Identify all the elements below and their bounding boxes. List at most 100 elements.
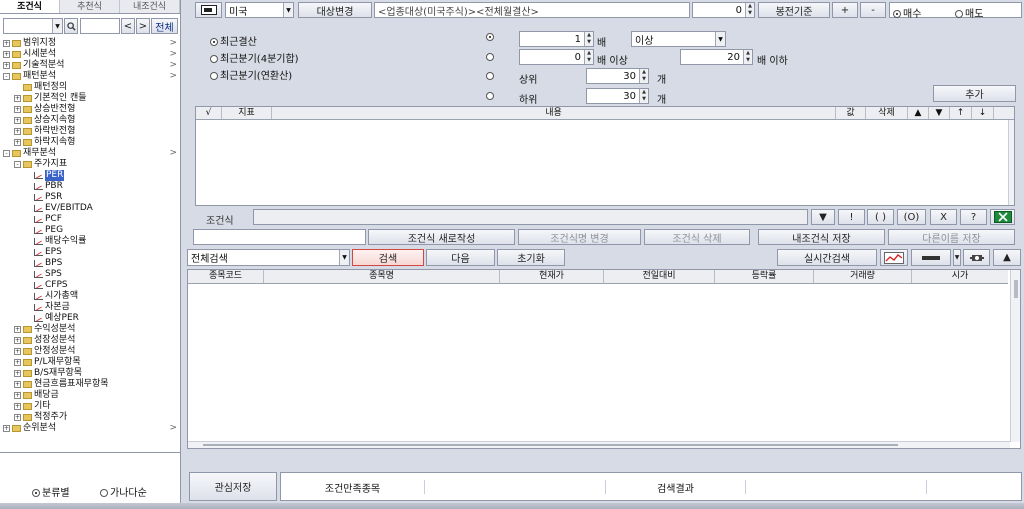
save-watchlist-button[interactable]: 관심저장 — [189, 472, 277, 501]
expand-icon[interactable]: + — [3, 62, 10, 69]
expand-icon[interactable]: + — [14, 337, 21, 344]
chevron-right-icon[interactable]: > — [169, 49, 177, 60]
search-button[interactable]: 검색 — [352, 249, 424, 266]
results-vertical-scrollbar[interactable] — [1010, 270, 1020, 442]
tree-item[interactable]: 자본금 — [3, 302, 179, 313]
reset-button[interactable]: 초기화 — [497, 249, 565, 266]
tree-item[interactable]: + 수익성분석 — [3, 324, 179, 335]
save-as-button[interactable]: 다른이름 저장 — [888, 229, 1015, 245]
collapse-icon[interactable]: - — [3, 73, 10, 80]
target-change-button[interactable]: 대상변경 — [298, 2, 372, 18]
results-horizontal-scrollbar[interactable] — [188, 441, 1010, 448]
range-max-input[interactable]: 20 ▲ ▼ — [680, 49, 753, 65]
tree-item[interactable]: + 기타 — [3, 401, 179, 412]
new-condition-button[interactable]: 조건식 새로작성 — [368, 229, 515, 245]
help-button[interactable]: ? — [960, 209, 987, 225]
period-option-1[interactable]: 최근분기(4분기합) — [210, 50, 299, 65]
excel-icon[interactable] — [990, 209, 1015, 225]
tree-item[interactable]: + 안정성분석 — [3, 346, 179, 357]
rename-condition-button[interactable]: 조건식명 변경 — [518, 229, 641, 245]
expand-icon[interactable]: + — [14, 106, 21, 113]
add-criteria-button[interactable]: 추가 — [933, 85, 1016, 102]
stepper-icon[interactable]: ▲ ▼ — [584, 50, 593, 64]
tree-item[interactable]: - 재무분석 > — [3, 148, 179, 159]
sell-radio[interactable]: 매도 — [955, 5, 983, 20]
line-width-icon[interactable] — [911, 249, 951, 266]
tree-item[interactable]: + 기본적인 캔들 — [3, 93, 179, 104]
tree-item[interactable]: 패턴정의 — [3, 82, 179, 93]
period-option-2[interactable]: 최근분기(연환산) — [210, 67, 292, 82]
tree-item[interactable]: + P/L재무항목 — [3, 357, 179, 368]
move-bottom-icon[interactable]: ↓ — [972, 107, 994, 119]
tree-item[interactable]: PSR — [3, 192, 179, 203]
tree-item[interactable]: PER — [3, 170, 179, 181]
tree-item[interactable]: PEG — [3, 225, 179, 236]
tree-item[interactable]: + 하락지속형 — [3, 137, 179, 148]
search-scope-select[interactable]: 전체검색 ▼ — [187, 249, 350, 266]
expand-icon[interactable]: + — [14, 128, 21, 135]
expand-icon[interactable]: + — [3, 51, 10, 58]
window-icon[interactable] — [195, 2, 222, 18]
stepper-icon[interactable]: ▲ ▼ — [639, 69, 648, 83]
expand-icon[interactable]: + — [14, 139, 21, 146]
multiple-input[interactable]: 1 ▲ ▼ — [519, 31, 594, 47]
tree-item[interactable]: EV/EBITDA — [3, 203, 179, 214]
tree-item[interactable]: + B/S재무항목 — [3, 368, 179, 379]
chevron-down-icon[interactable]: ▼ — [715, 32, 725, 46]
tree-item[interactable]: + 현금흐름표재무항목 — [3, 379, 179, 390]
criteria-radio-4[interactable] — [486, 91, 496, 102]
paren-button[interactable]: ( ) — [867, 209, 894, 225]
plus-button[interactable]: + — [832, 2, 858, 18]
top-n-input[interactable]: 30 ▲ ▼ — [586, 68, 649, 84]
move-top-icon[interactable]: ↑ — [950, 107, 972, 119]
stepper-icon[interactable]: ▲ ▼ — [745, 3, 754, 17]
bottom-n-input[interactable]: 30 ▲ ▼ — [586, 88, 649, 104]
tree-item[interactable]: + 범위지정 > — [3, 38, 179, 49]
remove-button[interactable]: X — [930, 209, 957, 225]
chevron-right-icon[interactable]: > — [169, 38, 177, 49]
stepper-icon[interactable]: ▲ ▼ — [639, 89, 648, 103]
group-button[interactable]: (O) — [897, 209, 926, 225]
tree-item[interactable]: + 순위분석 > — [3, 423, 179, 434]
save-my-condition-button[interactable]: 내조건식 저장 — [758, 229, 885, 245]
stepper-icon[interactable]: ▲ ▼ — [584, 32, 593, 46]
tree-item[interactable]: + 성장성분석 — [3, 335, 179, 346]
expand-icon[interactable]: + — [14, 392, 21, 399]
tab-my-conditions[interactable]: 내조건식 — [120, 0, 180, 13]
tree-item[interactable]: 배당수익률 — [3, 236, 179, 247]
criteria-radio-3[interactable] — [486, 71, 496, 82]
search-input[interactable] — [80, 18, 120, 34]
tree-item[interactable]: + 적정주가 — [3, 412, 179, 423]
search-next-button[interactable]: > — [136, 18, 150, 34]
delete-condition-button[interactable]: 조건식 삭제 — [644, 229, 750, 245]
tree-item[interactable]: + 상승반전형 — [3, 104, 179, 115]
formula-input[interactable] — [253, 209, 808, 225]
stepper-icon[interactable]: ▲ ▼ — [743, 50, 752, 64]
move-down-icon[interactable]: ▼ — [929, 107, 950, 119]
scroll-thumb[interactable] — [1013, 280, 1018, 298]
chevron-down-icon[interactable]: ▼ — [283, 3, 293, 17]
chevron-right-icon[interactable]: > — [169, 148, 177, 159]
condition-name-input[interactable] — [193, 229, 366, 245]
tree-item[interactable]: CFPS — [3, 280, 179, 291]
realtime-search-button[interactable]: 실시간검색 — [777, 249, 877, 266]
chevron-right-icon[interactable]: > — [169, 60, 177, 71]
tree-item[interactable]: + 상승지속형 — [3, 115, 179, 126]
tree-item[interactable]: - 주가지표 — [3, 159, 179, 170]
search-prev-button[interactable]: < — [121, 18, 135, 34]
settings-icon[interactable] — [963, 249, 990, 266]
chevron-right-icon[interactable]: > — [169, 71, 177, 82]
next-button[interactable]: 다음 — [426, 249, 495, 266]
search-all-button[interactable]: 전체 — [151, 18, 178, 34]
range-min-input[interactable]: 0 ▲ ▼ — [519, 49, 594, 65]
tree-item[interactable]: 예상PER — [3, 313, 179, 324]
category-select[interactable]: ▼ — [3, 18, 63, 34]
compare-select[interactable]: 이상 ▼ — [631, 31, 726, 47]
tree-item[interactable]: + 배당금 — [3, 390, 179, 401]
candle-basis-button[interactable]: 봉전기준 — [758, 2, 830, 18]
tree-item[interactable]: PBR — [3, 181, 179, 192]
expand-icon[interactable]: + — [14, 348, 21, 355]
tree-item[interactable]: 시가총액 — [3, 291, 179, 302]
tree-item[interactable]: PCF — [3, 214, 179, 225]
candle-count-input[interactable]: 0 ▲ ▼ — [692, 2, 755, 18]
